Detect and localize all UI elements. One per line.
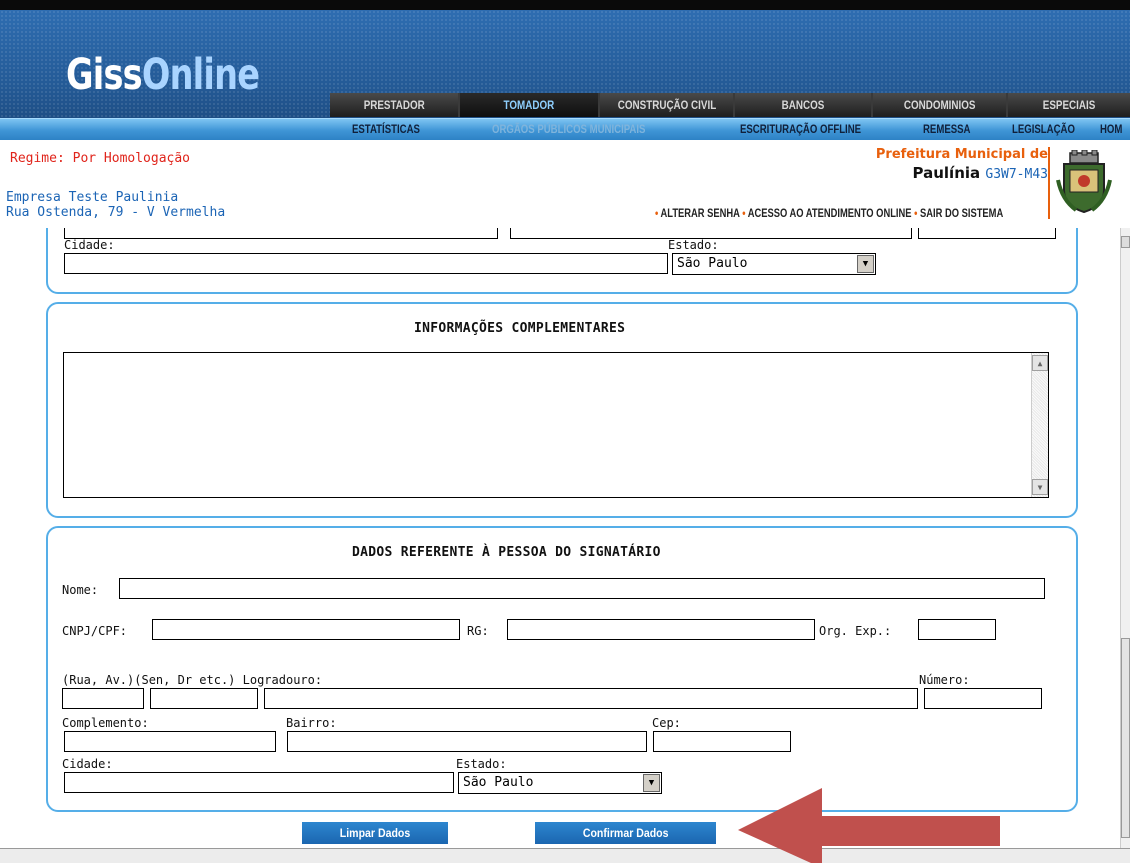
coat-of-arms-icon (1056, 150, 1112, 214)
header-banner: GissOnline PRESTADOR TOMADOR CONSTRUÇÃO … (0, 10, 1130, 118)
titulo-logradouro-input[interactable] (150, 688, 258, 709)
link-atendimento-online[interactable]: ACESSO AO ATENDIMENTO ONLINE (748, 206, 912, 220)
org-exp-label: Org. Exp.: (819, 624, 892, 638)
prefeitura-city-line: Paulínia G3W7-M43 (876, 164, 1048, 182)
tipo-logradouro-input[interactable] (62, 688, 144, 709)
cep-label: Cep: (652, 716, 681, 730)
page-scroll-up-icon[interactable] (1121, 236, 1130, 248)
scroll-down-icon[interactable]: ▼ (1032, 479, 1048, 495)
textarea-scrollbar[interactable]: ▲ ▼ (1031, 353, 1048, 497)
rg-input[interactable] (507, 619, 815, 640)
link-sair[interactable]: SAIR DO SISTEMA (920, 206, 1003, 220)
confirmar-dados-button[interactable]: Confirmar Dados (535, 822, 716, 844)
info-complementar-textarea[interactable]: ▲ ▼ (63, 352, 1049, 498)
cnpj-label: CNPJ/CPF: (62, 624, 128, 638)
estado-select[interactable]: São Paulo ▼ (672, 253, 876, 275)
cidade-sig-input[interactable] (64, 772, 454, 793)
scroll-up-icon[interactable]: ▲ (1032, 355, 1048, 371)
complemento-label: Complemento: (62, 716, 149, 730)
numero-input[interactable] (924, 688, 1042, 709)
prefeitura-city: Paulínia (912, 164, 981, 182)
chevron-down-icon: ▼ (643, 774, 660, 792)
bairro-label: Bairro: (286, 716, 337, 730)
prev-field-1[interactable] (64, 228, 498, 239)
tab-condominios[interactable]: CONDOMINIOS (873, 93, 1008, 117)
account-links: • ALTERAR SENHA • ACESSO AO ATENDIMENTO … (655, 206, 1004, 220)
nav-home[interactable]: HOM (1100, 122, 1122, 136)
empresa-info: Empresa Teste Paulinia Rua Ostenda, 79 -… (6, 190, 225, 220)
cnpj-cpf-input[interactable] (152, 619, 460, 640)
main-tabs: PRESTADOR TOMADOR CONSTRUÇÃO CIVIL BANCO… (330, 93, 1130, 117)
nav-remessa[interactable]: REMESSA (923, 122, 970, 136)
prefeitura-code: G3W7-M43 (985, 167, 1048, 182)
signatario-title: DADOS REFERENTE À PESSOA DO SIGNATÁRIO (352, 545, 661, 560)
tab-prestador[interactable]: PRESTADOR (330, 93, 460, 117)
form-content: Cidade: Estado: São Paulo ▼ INFORMAÇÕES … (0, 228, 1130, 863)
chevron-down-icon: ▼ (857, 255, 874, 273)
empresa-endereco: Rua Ostenda, 79 - V Vermelha (6, 205, 226, 220)
empresa-nome: Empresa Teste Paulinia (6, 190, 179, 205)
annotation-arrow-icon (738, 788, 1000, 863)
page-scrollbar[interactable] (1120, 228, 1130, 863)
nav-estatisticas[interactable]: ESTATÍSTICAS (352, 122, 420, 136)
complemento-input[interactable] (64, 731, 276, 752)
numero-label: Número: (919, 673, 970, 687)
bairro-input[interactable] (287, 731, 647, 752)
prev-field-3[interactable] (918, 228, 1056, 239)
org-exp-input[interactable] (918, 619, 996, 640)
page-scroll-thumb[interactable] (1121, 638, 1130, 838)
estado-sig-label: Estado: (456, 757, 507, 771)
window-top-border (0, 0, 1130, 10)
nome-label: Nome: (62, 583, 99, 597)
cidade-sig-label: Cidade: (62, 757, 113, 771)
nome-input[interactable] (119, 578, 1045, 599)
logo-text-giss: Giss (66, 50, 143, 100)
tab-bancos[interactable]: BANCOS (735, 93, 873, 117)
rg-label: RG: (467, 624, 489, 638)
signatario-panel (46, 526, 1078, 812)
info-complementar-title: INFORMAÇÕES COMPLEMENTARES (414, 321, 626, 336)
gissonline-logo: GissOnline (66, 54, 260, 97)
tab-construcao-civil[interactable]: CONSTRUÇÃO CIVIL (600, 93, 735, 117)
tab-especiais[interactable]: ESPECIAIS (1008, 93, 1130, 117)
link-alterar-senha[interactable]: ALTERAR SENHA (661, 206, 740, 220)
limpar-dados-button[interactable]: Limpar Dados (302, 822, 448, 844)
tab-tomador[interactable]: TOMADOR (460, 93, 600, 117)
logo-text-online: Online (141, 50, 260, 100)
nav-escrituracao-offline[interactable]: ESCRITURAÇÃO OFFLINE (740, 122, 861, 136)
nav-legislacao[interactable]: LEGISLAÇÃO (1012, 122, 1075, 136)
secondary-nav: ESTATÍSTICAS ORGÃOS PÚBLICOS MUNICIPAIS … (0, 118, 1130, 140)
cep-input[interactable] (653, 731, 791, 752)
prefeitura-block: Prefeitura Municipal de Paulínia G3W7-M4… (876, 147, 1048, 182)
regime-text: Regime: Por Homologação (10, 151, 191, 166)
header-divider (1048, 147, 1050, 219)
cidade-label: Cidade: (64, 238, 115, 252)
prefeitura-label: Prefeitura Municipal de (875, 147, 1048, 162)
estado-label: Estado: (668, 238, 719, 252)
estado-sig-selected: São Paulo (463, 775, 534, 790)
estado-selected: São Paulo (677, 256, 748, 271)
logradouro-input[interactable] (264, 688, 918, 709)
estado-sig-select[interactable]: São Paulo ▼ (458, 772, 662, 794)
gissonline-window: GissOnline PRESTADOR TOMADOR CONSTRUÇÃO … (0, 0, 1130, 863)
cidade-input[interactable] (64, 253, 668, 274)
nav-orgaos-publicos[interactable]: ORGÃOS PÚBLICOS MUNICIPAIS (492, 122, 645, 136)
logradouro-label: (Rua, Av.)(Sen, Dr etc.) Logradouro: (62, 673, 323, 687)
